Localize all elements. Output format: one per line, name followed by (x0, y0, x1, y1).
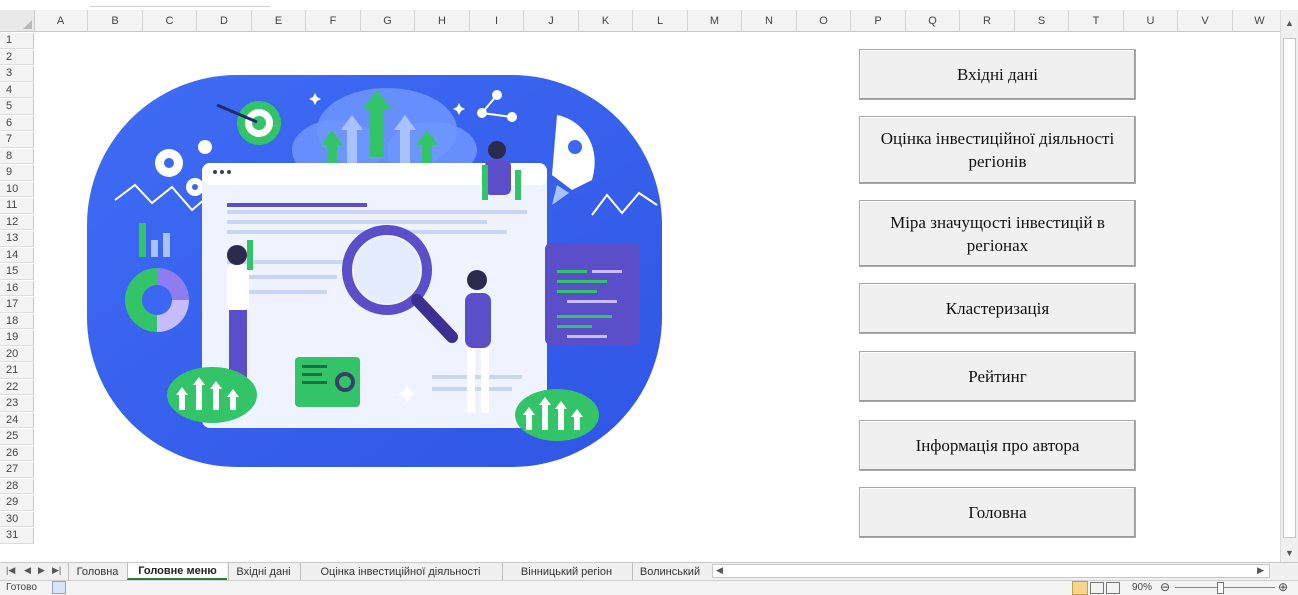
analytics-illustration[interactable] (87, 75, 662, 467)
row-header[interactable]: 25 (0, 429, 34, 445)
sheet-tab[interactable]: Головне меню (127, 563, 227, 580)
macro-record-icon[interactable] (52, 581, 66, 594)
column-header[interactable]: V (1179, 10, 1233, 31)
row-header[interactable]: 3 (0, 66, 34, 82)
zoom-out-icon[interactable]: ⊖ (1160, 580, 1170, 594)
formula-bar-strip (0, 0, 1298, 10)
column-header[interactable]: F (307, 10, 361, 31)
scroll-down-icon[interactable]: ▼ (1285, 548, 1294, 558)
vertical-scroll-thumb[interactable] (1283, 38, 1296, 538)
row-header[interactable]: 11 (0, 198, 34, 214)
sheet-tab[interactable]: Вхідні дані (228, 563, 298, 580)
column-header[interactable]: T (1070, 10, 1124, 31)
column-header[interactable]: K (579, 10, 633, 31)
column-header[interactable]: C (143, 10, 197, 31)
row-header[interactable]: 29 (0, 495, 34, 511)
row-header[interactable]: 24 (0, 412, 34, 429)
investment-significance-button[interactable]: Міра значущості інвестицій в регіонах (859, 200, 1136, 267)
rating-button[interactable]: Рейтинг (859, 351, 1136, 402)
row-header[interactable]: 13 (0, 231, 34, 247)
row-header[interactable]: 16 (0, 280, 34, 297)
row-header[interactable]: 26 (0, 445, 34, 462)
column-header[interactable]: W (1233, 10, 1287, 31)
column-header[interactable]: L (634, 10, 688, 31)
row-header[interactable]: 28 (0, 478, 34, 495)
scroll-left-icon[interactable]: ◀ (716, 565, 723, 576)
select-all-corner[interactable] (0, 10, 35, 31)
input-data-button[interactable]: Вхідні дані (859, 49, 1136, 100)
row-header[interactable]: 27 (0, 462, 34, 478)
row-header[interactable]: 14 (0, 247, 34, 264)
row-header[interactable]: 30 (0, 511, 34, 528)
row-header[interactable]: 5 (0, 99, 34, 115)
row-header[interactable]: 31 (0, 528, 34, 544)
column-header[interactable]: N (743, 10, 797, 31)
row-header[interactable]: 9 (0, 165, 34, 181)
column-header[interactable]: I (470, 10, 524, 31)
prev-sheet-icon[interactable]: ◀ (24, 565, 31, 576)
zoom-slider-track[interactable] (1175, 587, 1275, 588)
column-header[interactable]: E (252, 10, 306, 31)
row-header[interactable]: 21 (0, 363, 34, 379)
zoom-level[interactable]: 90% (1132, 582, 1152, 593)
vertical-scrollbar[interactable]: ▲ ▼ (1280, 10, 1298, 562)
page-break-view-icon[interactable] (1106, 582, 1120, 594)
column-header[interactable]: M (688, 10, 742, 31)
investment-assessment-button[interactable]: Оцінка інвестиційної діяльності регіонів (859, 116, 1136, 184)
row-header[interactable]: 18 (0, 313, 34, 330)
scroll-right-icon[interactable]: ▶ (1257, 565, 1264, 576)
status-bar: Готово 90% ⊖ ⊕ (0, 580, 1298, 595)
name-box-edge (90, 6, 270, 7)
page-layout-view-icon[interactable] (1090, 582, 1104, 594)
column-header[interactable]: J (525, 10, 579, 31)
column-header[interactable]: U (1124, 10, 1178, 31)
column-header[interactable]: A (34, 10, 88, 31)
normal-view-icon[interactable] (1072, 581, 1088, 595)
scroll-up-icon[interactable]: ▲ (1285, 18, 1294, 28)
first-sheet-icon[interactable]: |◀ (6, 565, 15, 576)
column-header[interactable]: O (797, 10, 851, 31)
sheet-tab[interactable]: Вінницький регіон (502, 563, 630, 580)
row-header[interactable]: 20 (0, 346, 34, 363)
column-header[interactable]: D (198, 10, 252, 31)
row-header[interactable]: 22 (0, 379, 34, 396)
row-header[interactable]: 15 (0, 264, 34, 280)
column-header[interactable]: B (89, 10, 143, 31)
row-header[interactable]: 10 (0, 181, 34, 198)
row-header[interactable]: 19 (0, 330, 34, 346)
row-header[interactable]: 23 (0, 396, 34, 412)
column-header[interactable]: P (852, 10, 906, 31)
status-ready-text: Готово (6, 582, 37, 593)
sheet-tabs-bar: |◀ ◀ ▶ ▶| Головна Головне меню Вхідні дані… (0, 562, 1298, 580)
column-header[interactable]: G (361, 10, 415, 31)
home-button[interactable]: Головна (859, 487, 1136, 538)
sheet-tab[interactable]: Головна (68, 563, 126, 580)
zoom-in-icon[interactable]: ⊕ (1278, 580, 1288, 594)
row-header[interactable]: 4 (0, 82, 34, 99)
next-sheet-icon[interactable]: ▶ (38, 565, 45, 576)
row-header[interactable]: 17 (0, 297, 34, 313)
sheet-tab[interactable]: Оцінка інвестиційної діяльності (300, 563, 500, 580)
row-header[interactable]: 8 (0, 148, 34, 165)
clustering-button[interactable]: Кластеризація (859, 283, 1136, 334)
sheet-tab[interactable]: Волинський (632, 563, 707, 580)
column-header[interactable]: H (416, 10, 470, 31)
column-header[interactable]: R (961, 10, 1015, 31)
row-header[interactable]: 2 (0, 49, 34, 66)
row-header[interactable]: 1 (0, 33, 34, 49)
row-header[interactable]: 7 (0, 132, 34, 148)
horizontal-scrollbar[interactable]: ◀ ▶ (712, 564, 1270, 578)
row-header[interactable]: 12 (0, 214, 34, 231)
last-sheet-icon[interactable]: ▶| (52, 565, 61, 576)
zoom-slider-thumb[interactable] (1217, 582, 1224, 594)
author-info-button[interactable]: Інформація про автора (859, 420, 1136, 471)
column-header-row: ABCDEFGHIJKLMNOPQRSTUVW (0, 10, 1287, 32)
row-header[interactable]: 6 (0, 115, 34, 132)
column-header[interactable]: S (1015, 10, 1069, 31)
column-header[interactable]: Q (906, 10, 960, 31)
